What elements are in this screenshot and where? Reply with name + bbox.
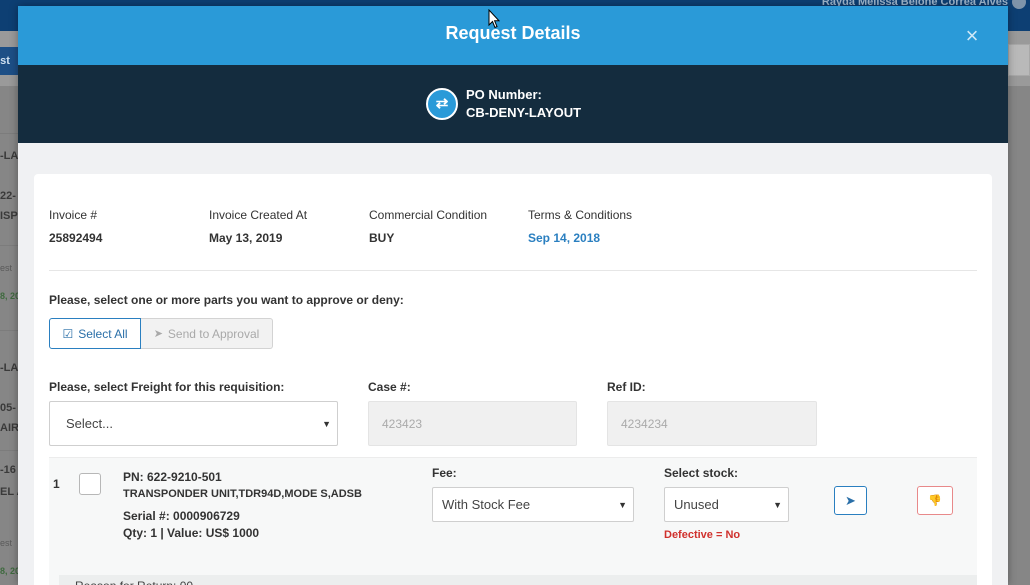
background-row-text: est	[0, 263, 13, 273]
background-row-text: est	[0, 538, 13, 548]
commercial-condition-label: Commercial Condition	[369, 208, 488, 222]
stock-label: Select stock:	[664, 466, 739, 480]
selection-button-group: ☑ Select All ➤ Send to Approval	[49, 318, 273, 349]
case-input[interactable]: 423423	[368, 401, 577, 446]
background-right-button[interactable]	[1008, 44, 1030, 76]
swap-icon: ⇄	[426, 88, 458, 120]
background-row-text: 05-	[0, 402, 16, 414]
case-label: Case #:	[368, 380, 411, 394]
divider	[49, 270, 977, 271]
invoice-created-block: Invoice Created At May 13, 2019	[209, 208, 307, 245]
background-row-text: 8, 20	[0, 566, 18, 576]
ref-id-input[interactable]: 4234234	[607, 401, 817, 446]
fee-label: Fee:	[432, 466, 457, 480]
part-number: PN: 622-9210-501	[123, 470, 222, 484]
terms-link[interactable]: Sep 14, 2018	[528, 231, 632, 245]
deny-part-button[interactable]: 👎	[917, 486, 953, 515]
po-label: PO Number:	[466, 87, 542, 102]
invoice-number-value: 25892494	[49, 231, 103, 245]
invoice-number-label: Invoice #	[49, 208, 98, 222]
send-to-approval-button[interactable]: ➤ Send to Approval	[141, 318, 273, 349]
background-row-text: EL A	[0, 486, 18, 498]
modal-header: Request Details ×	[18, 6, 1008, 65]
select-all-label: Select All	[78, 326, 128, 341]
po-bar: ⇄ PO Number: CB-DENY-LAYOUT	[18, 65, 1008, 143]
send-to-approval-label: Send to Approval	[167, 326, 260, 341]
background-row-text: AIR	[0, 422, 18, 434]
part-row: 1 PN: 622-9210-501 TRANSPONDER UNIT,TDR9…	[49, 457, 977, 585]
freight-select-value: Select...	[66, 416, 113, 431]
fee-select-value: With Stock Fee	[442, 497, 531, 512]
close-button[interactable]: ×	[962, 25, 982, 47]
case-input-value: 423423	[382, 416, 423, 431]
po-value: CB-DENY-LAYOUT	[466, 105, 582, 120]
reason-for-return: Reason for Return: 00	[59, 575, 977, 585]
stock-select[interactable]: Unused ▼	[664, 487, 789, 522]
chevron-down-icon: ▼	[773, 499, 782, 510]
background-tab[interactable]: est	[0, 47, 18, 75]
part-serial: Serial #: 0000906729	[123, 509, 240, 523]
background-divider	[0, 450, 18, 451]
part-description: TRANSPONDER UNIT,TDR94D,MODE S,ADSB	[123, 488, 362, 500]
background-tab-label: est	[0, 55, 10, 67]
background-row-text: 8, 20	[0, 291, 18, 301]
stock-select-value: Unused	[674, 497, 719, 512]
thumbs-down-icon: 👎	[928, 495, 942, 507]
commercial-condition-value: BUY	[369, 231, 395, 245]
background-row-text: ISP	[0, 210, 18, 222]
background-divider	[0, 245, 18, 246]
select-parts-prompt: Please, select one or more parts you wan…	[49, 293, 404, 307]
check-square-icon: ☑	[62, 326, 74, 341]
select-all-button[interactable]: ☑ Select All	[49, 318, 141, 349]
terms-block: Terms & Conditions Sep 14, 2018	[528, 208, 632, 245]
invoice-number-block: Invoice # 25892494	[49, 208, 102, 245]
part-qty-value: Qty: 1 | Value: US$ 1000	[123, 526, 260, 540]
background-row-text: -LA	[0, 362, 18, 374]
mouse-cursor-icon	[488, 9, 500, 29]
background-row-text: -LA	[0, 150, 18, 162]
part-checkbox[interactable]	[79, 473, 101, 495]
gear-icon[interactable]	[1012, 0, 1026, 9]
invoice-created-value: May 13, 2019	[209, 231, 283, 245]
background-row-text: -16	[0, 464, 16, 476]
freight-label: Please, select Freight for this requisit…	[49, 380, 285, 394]
freight-select[interactable]: Select... ▼	[49, 401, 338, 446]
background-divider	[0, 133, 18, 134]
invoice-created-label: Invoice Created At	[209, 208, 308, 222]
background-row-text: 22-	[0, 190, 16, 202]
chevron-down-icon: ▼	[618, 499, 627, 510]
background-divider	[0, 330, 18, 331]
request-details-modal: Request Details × ⇄ PO Number: CB-DENY-L…	[18, 6, 1008, 585]
part-index: 1	[53, 477, 60, 491]
defective-status: Defective = No	[664, 529, 741, 541]
ref-id-input-value: 4234234	[621, 416, 668, 431]
commercial-condition-block: Commercial Condition BUY	[369, 208, 487, 245]
approve-part-button[interactable]: ➤	[834, 486, 867, 515]
request-card: Invoice # 25892494 Invoice Created At Ma…	[34, 174, 992, 585]
fee-select[interactable]: With Stock Fee ▼	[432, 487, 634, 522]
ref-id-label: Ref ID:	[607, 380, 646, 394]
paper-plane-icon: ➤	[845, 492, 856, 508]
modal-title: Request Details	[445, 23, 581, 43]
chevron-down-icon: ▼	[322, 418, 331, 429]
terms-label: Terms & Conditions	[528, 208, 633, 222]
paper-plane-icon: ➤	[153, 328, 163, 340]
